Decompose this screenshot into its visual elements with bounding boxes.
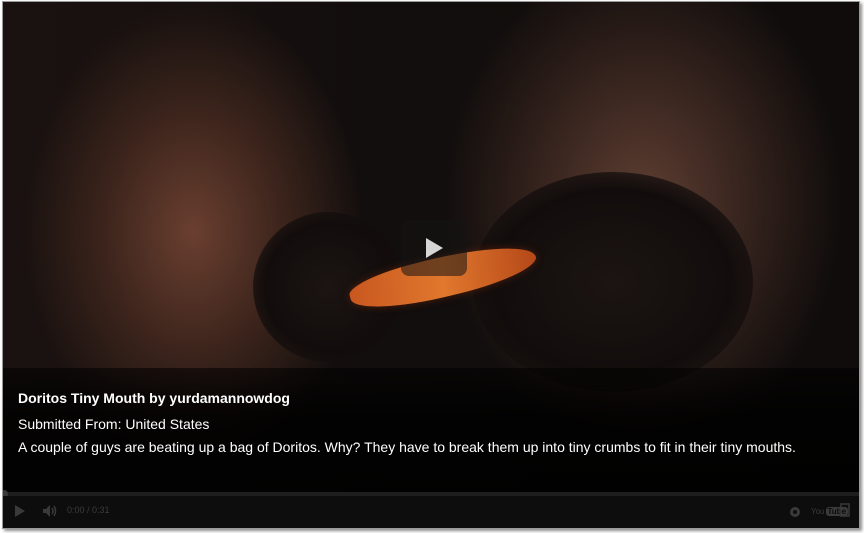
- fullscreen-button[interactable]: [839, 503, 851, 522]
- youtube-logo-prefix: You: [811, 506, 825, 516]
- video-scene-right: [473, 172, 753, 392]
- fullscreen-icon: [840, 503, 850, 517]
- volume-icon: [43, 505, 57, 517]
- player-controls: 0:00 / 0:31 You Tube: [3, 496, 859, 528]
- video-description: A couple of guys are beating up a bag of…: [18, 439, 796, 455]
- video-info-overlay: Doritos Tiny Mouth by yurdamannowdog Sub…: [3, 368, 859, 492]
- submitted-from: Submitted From: United States: [18, 416, 210, 432]
- time-display: 0:00 / 0:31: [67, 505, 110, 515]
- play-button[interactable]: [14, 504, 26, 523]
- play-icon: [426, 238, 443, 258]
- video-player: Doritos Tiny Mouth by yurdamannowdog Sub…: [2, 1, 860, 529]
- volume-button[interactable]: [42, 504, 58, 523]
- settings-button[interactable]: [789, 505, 801, 523]
- gear-icon: [790, 507, 800, 517]
- play-icon: [15, 505, 25, 517]
- play-overlay-button[interactable]: [401, 220, 467, 276]
- video-title: Doritos Tiny Mouth by yurdamannowdog: [18, 390, 290, 406]
